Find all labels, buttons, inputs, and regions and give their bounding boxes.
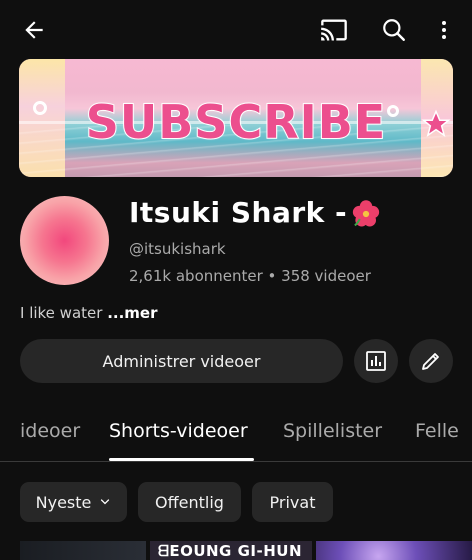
channel-tabs: ideoer Shorts-videoer Spillelister Felle	[0, 406, 472, 462]
tab-playlists[interactable]: Spillelister	[283, 420, 382, 442]
bar-chart-icon	[364, 349, 388, 373]
shorts-grid: ᗺEOUNG GI-HUN	[0, 541, 472, 560]
channel-description[interactable]: I like water ...mer	[20, 304, 157, 322]
hibiscus-icon	[351, 199, 381, 229]
search-icon	[381, 17, 407, 43]
star-icon	[421, 109, 451, 139]
tab-community[interactable]: Felle	[415, 420, 459, 442]
short-thumbnail[interactable]: ᗺEOUNG GI-HUN	[150, 541, 312, 560]
top-bar	[0, 0, 472, 60]
banner-title: SUBSCRIBE	[85, 94, 387, 150]
more-vert-icon	[432, 18, 456, 42]
channel-banner[interactable]: SUBSCRIBE	[19, 59, 453, 177]
search-button[interactable]	[374, 10, 414, 50]
short-thumbnail[interactable]	[316, 541, 472, 560]
pencil-icon	[419, 349, 443, 373]
sort-newest-chip[interactable]: Nyeste	[20, 482, 127, 522]
cast-icon	[320, 16, 348, 44]
channel-stats: 2,61k abonnenter • 358 videoer	[129, 267, 371, 285]
channel-name: Itsuki Shark -	[129, 196, 381, 229]
manage-videos-button[interactable]: Administrer videoer	[20, 339, 343, 383]
chip-label: Nyeste	[35, 492, 92, 512]
short-thumbnail[interactable]	[20, 541, 146, 560]
tab-videos[interactable]: ideoer	[20, 420, 80, 442]
channel-handle: @itsukishark	[129, 240, 226, 258]
channel-avatar[interactable]	[20, 196, 109, 285]
arrow-back-icon	[21, 17, 47, 43]
filter-private-chip[interactable]: Privat	[252, 482, 333, 522]
chevron-down-icon	[91, 496, 111, 508]
tab-shorts[interactable]: Shorts-videoer	[109, 420, 248, 442]
edit-channel-button[interactable]	[409, 339, 453, 383]
analytics-button[interactable]	[354, 339, 398, 383]
description-text: I like water	[20, 304, 108, 322]
banner-bubble	[33, 101, 47, 115]
channel-name-text: Itsuki Shark -	[129, 196, 348, 229]
thumbnail-text: ᗺEOUNG GI-HUN	[158, 542, 303, 560]
active-tab-indicator	[109, 458, 254, 461]
cast-button[interactable]	[314, 10, 354, 50]
more-options-button[interactable]	[424, 10, 464, 50]
filter-public-chip[interactable]: Offentlig	[138, 482, 241, 522]
description-more-link[interactable]: ...mer	[107, 304, 157, 322]
back-button[interactable]	[14, 10, 54, 50]
